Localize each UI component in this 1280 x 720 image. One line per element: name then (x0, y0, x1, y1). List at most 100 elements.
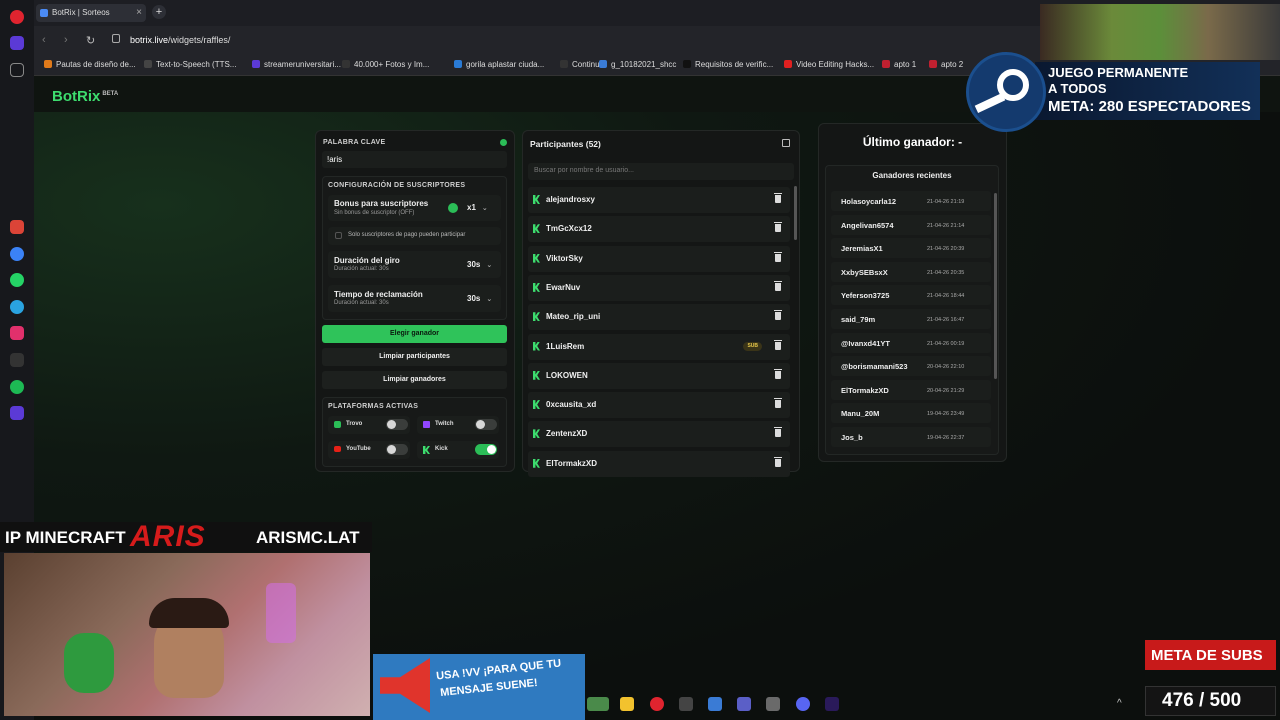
trash-icon[interactable] (774, 456, 782, 467)
bookmark-favicon-icon (784, 60, 792, 68)
bookmark-label: gorila aplastar ciuda... (466, 60, 545, 69)
notepad-icon[interactable] (766, 697, 780, 711)
trash-icon[interactable] (774, 368, 782, 379)
trash-icon[interactable] (774, 339, 782, 350)
opera-logo-icon[interactable] (10, 10, 24, 24)
subs-goal-value: 476 / 500 (1162, 690, 1242, 711)
participant-name: TmGcXcx12 (546, 224, 592, 234)
winner-row: ElTormakzXD 20-04-26 21:29 (831, 379, 991, 400)
keyword-input[interactable]: !aris (322, 151, 507, 168)
bookmark-item[interactable]: apto 2 (929, 60, 963, 69)
info-icon[interactable] (500, 139, 507, 146)
winner-date: 21-04-26 16:47 (927, 317, 965, 323)
trash-icon[interactable] (774, 398, 782, 409)
trash-icon[interactable] (774, 280, 782, 291)
search-input[interactable]: Buscar por nombre de usuario... (528, 163, 794, 180)
teams-icon[interactable] (737, 697, 751, 711)
participant-row[interactable]: ViktorSky (528, 245, 790, 272)
trash-icon[interactable] (774, 222, 782, 233)
winners-scrollbar[interactable] (994, 193, 997, 379)
bookmark-item[interactable]: g_10182021_shcc (599, 60, 676, 69)
participant-row[interactable]: 0xcausita_xd (528, 392, 790, 419)
spotify-icon[interactable] (10, 380, 24, 394)
whatsapp-icon[interactable] (10, 273, 24, 287)
reload-icon[interactable]: ↻ (86, 34, 95, 47)
participant-row[interactable]: ZentenzXD (528, 421, 790, 448)
opera-icon[interactable] (650, 697, 664, 711)
participant-row[interactable]: alejandrosxy (528, 187, 790, 213)
winner-row: Jos_b 19-04-26 22:37 (831, 427, 991, 447)
bookmark-label: Video Editing Hacks... (796, 60, 875, 69)
bookmark-item[interactable]: Video Editing Hacks... (784, 60, 874, 69)
trash-icon[interactable] (774, 251, 782, 262)
ip-domain: ARISMC.LAT (256, 528, 360, 547)
url-host: botrix.live (130, 35, 169, 45)
winner-row: JeremiasX1 21-04-26 20:39 (831, 238, 991, 259)
spin-select[interactable]: 30s ⌄ (467, 260, 492, 269)
participants-scrollbar[interactable] (794, 186, 797, 240)
bookmark-item[interactable]: gorila aplastar ciuda... (454, 60, 544, 69)
clear-participants-button[interactable]: Limpiar participantes (322, 348, 507, 366)
bookmark-item[interactable]: Text-to-Speech (TTS... (144, 60, 236, 69)
participant-row[interactable]: TmGcXcx12 (528, 216, 790, 243)
trash-icon[interactable] (774, 310, 782, 321)
bookmark-item[interactable]: streameruniversitari... (252, 60, 341, 69)
only-subs-checkbox[interactable] (335, 232, 342, 239)
steam-line1: JUEGO PERMANENTE (1048, 65, 1189, 80)
bookmark-item[interactable]: Continue (560, 60, 604, 69)
clear-winners-button[interactable]: Limpiar ganadores (322, 371, 507, 389)
player-icon[interactable] (10, 406, 24, 420)
premiere-icon[interactable] (825, 697, 839, 711)
participant-row[interactable]: ElTormakzXD (528, 450, 790, 477)
youtube-toggle[interactable] (386, 444, 408, 455)
creeper-plush (64, 633, 114, 693)
winner-date: 21-04-26 21:19 (927, 199, 965, 205)
kick-icon (533, 224, 540, 234)
telegram-icon[interactable] (10, 300, 24, 314)
tray-chevron-icon[interactable]: ^ (1117, 698, 1122, 709)
bookmark-item[interactable]: Pautas de diseño de... (44, 60, 136, 69)
kick-toggle[interactable] (475, 444, 497, 455)
forward-icon[interactable]: › (64, 34, 68, 46)
winner-name: XxbySEBsxX (841, 267, 888, 277)
new-tab-button[interactable]: + (152, 5, 166, 19)
botrix-logo[interactable]: BotRix BETA (52, 88, 118, 105)
choose-winner-button[interactable]: Elegir ganador (322, 325, 507, 343)
claim-select[interactable]: 30s ⌄ (467, 294, 492, 303)
participant-row[interactable]: 1LuisRem SUB (528, 333, 790, 360)
winner-row: Holasoycarla12 21-04-26 21:19 (831, 191, 991, 211)
messenger-icon[interactable] (10, 247, 24, 261)
participant-row[interactable]: Mateo_rip_uni (528, 304, 790, 331)
twitch-toggle[interactable] (475, 419, 497, 430)
bonus-info-icon[interactable] (448, 203, 458, 213)
x-icon[interactable] (10, 353, 24, 367)
store-icon[interactable] (708, 697, 722, 711)
back-icon[interactable]: ‹ (42, 34, 46, 46)
star-icon[interactable] (10, 63, 24, 77)
taskbar-app-icon[interactable] (587, 697, 609, 711)
winner-row: @Ivanxd41YT 21-04-26 00:19 (831, 332, 991, 353)
trovo-toggle[interactable] (386, 419, 408, 430)
winner-date: 19-04-26 22:37 (927, 435, 965, 441)
trash-icon[interactable] (774, 427, 782, 438)
close-tab-icon[interactable]: × (136, 7, 142, 18)
keyword-label: PALABRA CLAVE (323, 139, 386, 146)
home-icon[interactable] (10, 36, 24, 50)
terminal-icon[interactable] (679, 697, 693, 711)
folder-icon[interactable] (620, 697, 634, 711)
copy-icon[interactable] (782, 139, 790, 147)
url-field[interactable]: botrix.live/widgets/raffles/ (130, 35, 230, 45)
bookmark-item[interactable]: Requisitos de verific... (683, 60, 773, 69)
instagram-icon[interactable] (10, 326, 24, 340)
discord-icon[interactable] (796, 697, 810, 711)
bookmark-item[interactable]: apto 1 (882, 60, 916, 69)
tab-botrix[interactable]: BotRix | Sorteos × (36, 4, 146, 22)
participant-row[interactable]: EwarNuv (528, 274, 790, 301)
bonus-select[interactable]: x1 ⌄ (467, 203, 488, 212)
participant-row[interactable]: LOKOWEN (528, 362, 790, 389)
winner-name: Jos_b (841, 433, 863, 442)
bookmark-item[interactable]: 40.000+ Fotos y Im... (342, 60, 429, 69)
gmail-icon[interactable] (10, 220, 24, 234)
trash-icon[interactable] (774, 193, 782, 203)
subs-config-label: CONFIGURACIÓN DE SUSCRIPTORES (328, 182, 466, 189)
